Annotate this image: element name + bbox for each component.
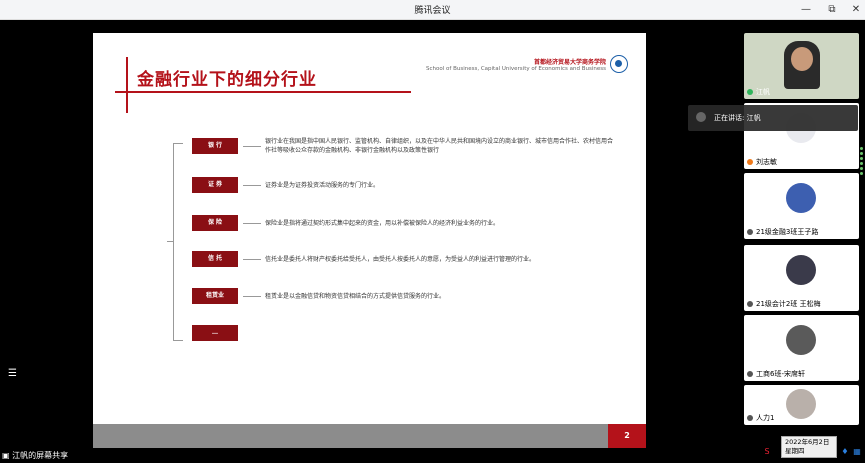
school-name-en: School of Business, Capital University o… [426,66,606,72]
mic-on-icon [747,89,753,95]
item-connector [243,296,261,297]
screen-share-label[interactable]: ▣ 江帆的屏幕共享 [2,450,68,461]
mic-icon [747,301,753,307]
participant-name: 工商6班-宋席轩 [747,369,805,379]
list-menu-icon[interactable]: ☰ [8,368,17,379]
list-bracket-tick [167,241,173,242]
participant-tile[interactable]: 21级会计2班 王松梅 [744,245,859,311]
participant-panel: 江帆 刘志敏 21级金融3班王子路 21级会计2班 王松梅 工商6班-宋席轩 人… [744,13,861,425]
item-label-insurance: 保 险 [192,215,238,231]
participant-tile[interactable]: 21级金融3班王子路 [744,173,859,239]
mic-icon [747,229,753,235]
avatar [786,325,816,355]
participant-tile[interactable]: 工商6班-宋席轩 [744,315,859,381]
participant-tile[interactable]: 江帆 [744,33,859,99]
item-text-leasing: 租赁业是以金融信贷和物资信贷相结合的方式提供信贷服务的行业。 [265,293,446,300]
panel-scroll-indicator[interactable] [860,145,864,189]
shared-slide: 金融行业下的细分行业 首都经济贸易大学商务学院 School of Busine… [93,33,646,448]
slide-page-number: 2 [608,424,646,448]
slide-title-underline [115,91,411,93]
avatar [786,389,816,419]
item-label-bank: 银 行 [192,138,238,154]
mic-icon [747,415,753,421]
item-text-bank: 银行业在我国是指中国人民银行、监管机构、自律组织，以及在中华人民共和国境内设立的… [265,138,614,154]
participant-name: 21级会计2班 王松梅 [747,299,821,309]
item-text-securities: 证券业是为证券投资活动服务的专门行业。 [265,182,380,189]
speaking-banner: 正在讲话: 江帆 [688,105,858,131]
window-titlebar: 腾讯会议 — ⧉ ✕ [0,0,865,20]
weekday-text: 星期四 [785,447,805,455]
screen-share-icon: ▣ [2,451,13,460]
slide-title-decoration [126,57,128,113]
app-tray-icon[interactable]: S [762,447,772,457]
window-title: 腾讯会议 [414,6,451,16]
slide-title: 金融行业下的细分行业 [137,70,317,90]
participant-name: 刘志敏 [747,157,777,167]
school-logo-icon [610,55,628,73]
avatar [786,183,816,213]
participant-face [791,47,813,71]
slide-footer-bar [93,424,646,448]
item-label-trust: 信 托 [192,251,238,267]
grid-tray-icon[interactable]: ▦ [852,447,862,457]
item-connector [243,185,261,186]
item-label-leasing: 租赁业 [192,288,238,304]
date-text: 2022年6月2日 [785,438,830,446]
school-name-cn: 首都经济贸易大学商务学院 [533,59,606,66]
list-bracket [173,143,183,341]
item-text-trust: 信托业是委托人将财产权委托给受托人，由受托人按委托人的意愿，为受益人的利益进行管… [265,256,536,263]
participant-name: 人力1 [747,413,774,423]
item-text-insurance: 保险业是指将通过契约形式集中起来的资金，用以补偿被保险人的经济利益业务的行业。 [265,220,500,227]
user-icon [747,159,753,165]
participant-tile[interactable]: 人力1 [744,385,859,425]
item-label-more: … [192,325,238,341]
datetime-tooltip: 2022年6月2日 星期四 [781,436,837,458]
item-connector [243,259,261,260]
taskbar [0,449,865,463]
item-label-securities: 证 券 [192,177,238,193]
participant-name: 江帆 [747,87,770,97]
speaking-text: 正在讲话: 江帆 [714,114,761,122]
mic-icon [747,371,753,377]
item-connector [243,146,261,147]
avatar [786,255,816,285]
item-connector [243,223,261,224]
speaker-icon [696,112,706,122]
bird-tray-icon[interactable]: ♦ [840,447,850,457]
participant-name: 21级金融3班王子路 [747,227,818,237]
